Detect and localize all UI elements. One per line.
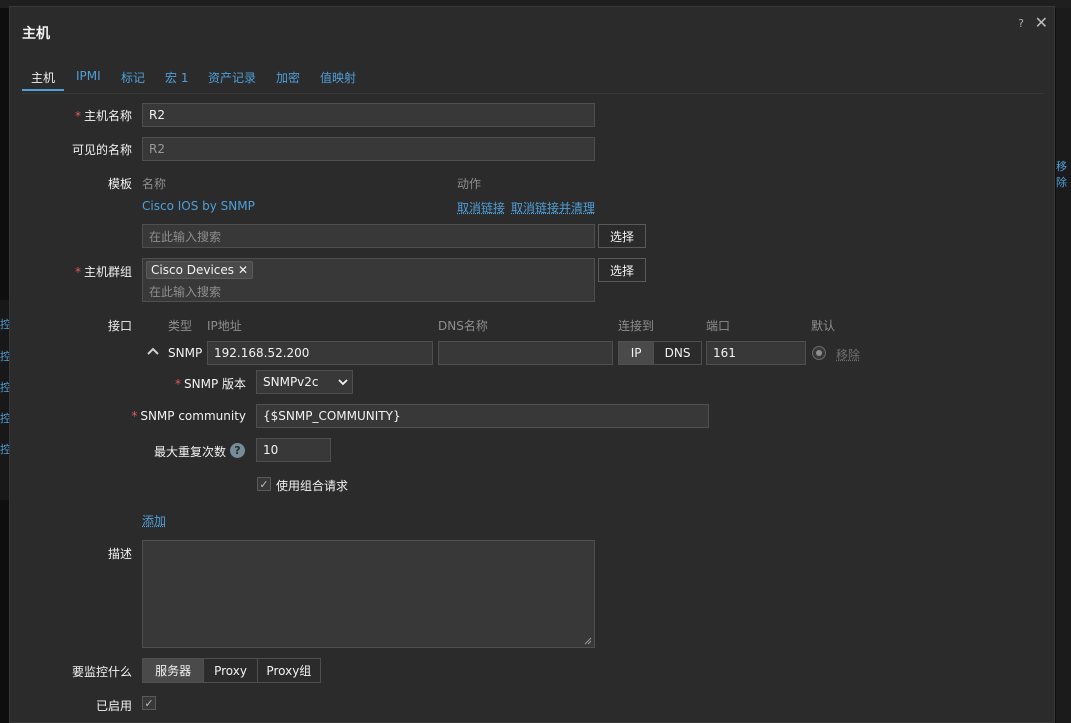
interface-type-value: SNMP	[168, 346, 203, 360]
snmp-version-label: * SNMP 版本	[175, 377, 246, 391]
interface-connect-toggle: IP DNS	[618, 341, 702, 365]
max-repetitions-input[interactable]: 10	[256, 438, 331, 462]
monitored-by-proxy-option[interactable]: Proxy	[204, 659, 258, 682]
host-name-label: * 主机名称	[74, 109, 132, 123]
interface-type-header: 类型	[168, 319, 193, 333]
tab-macros-count: 1	[180, 71, 189, 85]
templates-name-header: 名称	[142, 177, 167, 191]
host-group-chip-label: Cisco Devices	[151, 263, 235, 277]
monitored-by-label: 要监控什么	[71, 665, 132, 679]
background-remove-link: 移除	[1056, 160, 1067, 189]
host-group-chip: Cisco Devices ✕	[146, 261, 254, 279]
bulk-requests-checkbox[interactable]: ✓	[257, 477, 271, 491]
host-groups-select-button[interactable]: 选择	[598, 258, 646, 282]
templates-label: 模板	[107, 177, 132, 191]
snmp-version-value: SNMPv2c	[263, 375, 319, 389]
interface-port-header: 端口	[706, 319, 731, 333]
tab-inventory[interactable]: 资产记录	[208, 69, 256, 91]
interface-port-input[interactable]: 161	[706, 341, 806, 365]
snmp-community-input[interactable]: {$SNMP_COMMUNITY}	[256, 404, 709, 428]
help-question-icon[interactable]: ?	[230, 443, 245, 458]
chip-remove-icon[interactable]: ✕	[238, 263, 248, 277]
bulk-requests-label: 使用组合请求	[276, 479, 349, 493]
connect-dns-option[interactable]: DNS	[654, 342, 701, 364]
tab-macros[interactable]: 宏 1	[165, 69, 188, 91]
tab-value-mapping[interactable]: 值映射	[320, 69, 356, 91]
tab-bar: 主机 IPMI 标记 宏 1 资产记录 加密 值映射	[22, 69, 1044, 94]
monitored-by-proxy-group-option[interactable]: Proxy组	[258, 659, 320, 682]
enabled-checkbox[interactable]: ✓	[142, 696, 156, 710]
interface-ip-header: IP地址	[207, 319, 242, 333]
interface-dns-header: DNS名称	[438, 319, 488, 333]
tab-tags[interactable]: 标记	[121, 69, 145, 91]
max-repetitions-label: 最大重复次数	[153, 445, 226, 459]
resize-grip-icon[interactable]	[584, 637, 592, 645]
default-interface-radio[interactable]	[812, 346, 826, 360]
host-dialog: 主机 ? ✕ 主机 IPMI 标记 宏 1 资产记录 加密 值映射 * 主机名称 …	[9, 6, 1055, 723]
host-name-input[interactable]: R2	[142, 103, 595, 127]
description-label: 描述	[107, 547, 132, 561]
templates-action-header: 动作	[457, 177, 482, 191]
enabled-label: 已启用	[95, 699, 132, 713]
template-search-input[interactable]: 在此输入搜索	[142, 224, 595, 248]
visible-name-input[interactable]: R2	[142, 137, 595, 161]
description-textarea[interactable]	[142, 540, 595, 648]
unlink-button[interactable]: 取消链接	[457, 199, 505, 216]
interface-remove-link[interactable]: 移除	[836, 346, 860, 363]
connect-ip-option[interactable]: IP	[619, 342, 655, 364]
template-link-cisco-ios[interactable]: Cisco IOS by SNMP	[142, 199, 255, 213]
background-right-strip: 移除	[1056, 8, 1071, 723]
unlink-and-clear-button[interactable]: 取消链接并清理	[511, 199, 595, 216]
add-interface-link[interactable]: 添加	[142, 512, 166, 529]
interface-default-header: 默认	[811, 319, 836, 333]
host-groups-search-placeholder: 在此输入搜索	[149, 285, 222, 299]
tab-ipmi[interactable]: IPMI	[76, 69, 101, 91]
tab-macros-label: 宏	[165, 71, 178, 85]
template-select-button[interactable]: 选择	[598, 224, 646, 248]
chevron-up-icon[interactable]	[146, 345, 160, 359]
visible-name-label: 可见的名称	[71, 143, 132, 157]
host-groups-multiselect[interactable]: Cisco Devices ✕ 在此输入搜索	[142, 258, 595, 302]
interface-dns-input[interactable]	[438, 341, 613, 365]
snmp-community-label: * SNMP community	[131, 409, 246, 423]
snmp-version-select[interactable]: SNMPv2c	[256, 370, 353, 394]
dialog-title: 主机	[22, 26, 50, 42]
interfaces-label: 接口	[107, 319, 132, 333]
monitored-by-server-option[interactable]: 服务器	[143, 659, 205, 682]
tab-encryption[interactable]: 加密	[276, 69, 300, 91]
tab-host[interactable]: 主机	[22, 69, 64, 91]
monitored-by-toggle: 服务器 Proxy Proxy组	[142, 658, 321, 683]
interface-ip-input[interactable]: 192.168.52.200	[207, 341, 433, 365]
host-groups-label: * 主机群组	[74, 265, 132, 279]
chevron-down-icon	[338, 375, 348, 389]
help-icon[interactable]: ?	[1018, 17, 1024, 30]
close-icon[interactable]: ✕	[1035, 13, 1048, 32]
interface-connect-header: 连接到	[618, 319, 655, 333]
